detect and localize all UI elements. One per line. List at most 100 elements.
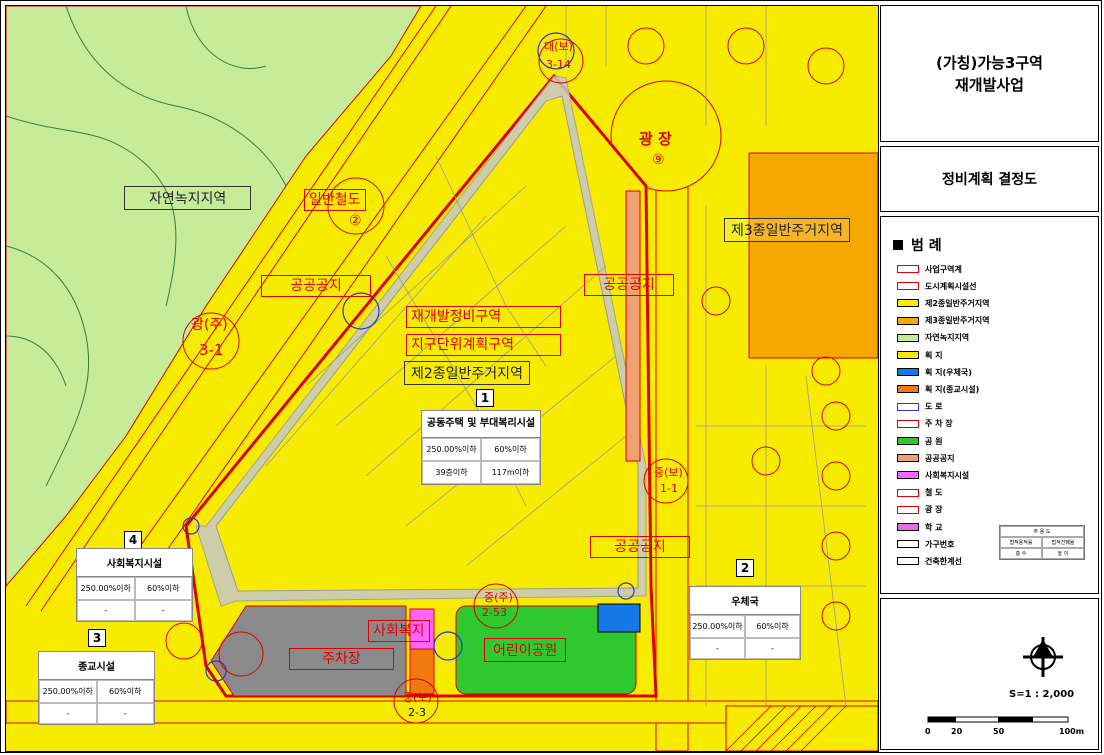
block1-name: 공동주택 및 부대복리시설 (422, 411, 540, 438)
public-space-strip (625, 190, 641, 462)
legend-swatch (897, 299, 919, 308)
legend-swatch (897, 333, 919, 342)
legend-label: 철 도 (925, 488, 943, 498)
block2-bcr: 60%이하 (745, 615, 800, 638)
block-number-1: 1 (476, 389, 494, 407)
legend-label: 공공공지 (925, 453, 955, 463)
block4-far: 250.00%이하 (77, 577, 135, 600)
block-number-2: 2 (736, 559, 754, 577)
label-zone3: 제3종일반주거지역 (724, 218, 850, 242)
subtitle-panel: 정비계획 결정도 (880, 146, 1099, 212)
label-public-space-1: 공공공지 (261, 275, 371, 297)
legend-label: 학 교 (925, 522, 943, 532)
block3-name: 종교시설 (39, 652, 154, 680)
legend-bullet-icon (893, 240, 903, 250)
label-redevelop-zone: 재개발정비구역 (406, 306, 561, 328)
legend-swatch (897, 385, 919, 394)
label-plaza: 광 장 (639, 130, 672, 148)
legend-item: 획 지(우체국) (897, 364, 972, 380)
legend-swatch (897, 402, 919, 411)
legend-swatch (897, 471, 919, 480)
block1-height: 117m이하 (481, 461, 540, 484)
mini-table-v1: 층 수 (1000, 548, 1042, 559)
scale-text: S=1 : 2,000 (1009, 689, 1075, 700)
project-title-line1: (가칭)가능3구역 (936, 53, 1043, 72)
scale-tick-20: 20 (951, 727, 963, 736)
legend-item: 제3종일반주거지역 (897, 313, 989, 329)
label-road-c1: 중(보) (654, 466, 683, 479)
block3-bcr: 60%이하 (96, 680, 154, 703)
label-road-main: 광(주) (191, 317, 228, 333)
zone3-block (748, 152, 878, 359)
legend-label: 자연녹지지역 (925, 333, 970, 343)
block4-card: 사회복지시설 250.00%이하 60%이하 -- (76, 548, 193, 622)
legend-swatch (897, 523, 919, 531)
legend-item: 철 도 (897, 485, 943, 501)
legend-label: 도시계획시설선 (925, 281, 977, 291)
block1-floors: 39층이하 (422, 461, 481, 484)
label-plaza-no: ⑨ (652, 152, 665, 168)
legend-swatch (897, 505, 919, 514)
legend-swatch (897, 437, 919, 445)
post-office-lot (597, 603, 641, 633)
block3-far: 250.00%이하 (39, 680, 97, 703)
legend-label: 사회복지시설 (925, 470, 970, 480)
plan-subtitle: 정비계획 결정도 (941, 172, 1038, 188)
legend-swatch (897, 265, 919, 273)
block1-far: 250.00%이하 (422, 438, 481, 461)
block1-card: 공동주택 및 부대복리시설 250.00%이하 60%이하 39층이하 117m이하 (421, 410, 541, 485)
label-district-plan: 지구단위계획구역 (406, 334, 561, 356)
mini-table-h1: 법적용적률 (1000, 537, 1042, 548)
legend-label: 획 지(우체국) (925, 367, 972, 377)
label-road-c2: 중(주) (484, 591, 513, 604)
legend-item: 학 교 (897, 519, 943, 535)
block4-height: - (134, 600, 192, 621)
label-road-bottom: 중(보) (403, 691, 432, 704)
legend-item: 도시계획시설선 (897, 278, 977, 294)
legend-item: 자연녹지지역 (897, 330, 969, 346)
legend-item: 주 차 장 (897, 416, 953, 432)
block4-bcr: 60%이하 (134, 577, 192, 600)
legend-item: 제2종일반주거지역 (897, 295, 989, 311)
label-parking: 주차장 (289, 648, 394, 670)
legend-heading: 범 례 (893, 235, 942, 255)
legend-swatch (897, 557, 919, 566)
label-road-bottom-no: 2-3 (408, 706, 426, 719)
label-zone2: 제2종일반주거지역 (404, 361, 530, 385)
legend-swatch (897, 419, 919, 428)
label-kids-park: 어린이공원 (484, 638, 567, 662)
legend-label: 광 장 (925, 505, 943, 515)
side-panel: (가칭)가능3구역 재개발사업 정비계획 결정도 범 례 사업구역계도시계획시설… (880, 5, 1099, 750)
scale-tick-100: 100m (1059, 727, 1085, 736)
legend-item: 공 원 (897, 433, 943, 449)
block4-name: 사회복지시설 (77, 549, 192, 577)
legend-label: 제3종일반주거지역 (925, 316, 990, 326)
mini-table-title: 주 용 도 (1000, 526, 1084, 537)
title-panel: (가칭)가능3구역 재개발사업 (880, 5, 1099, 142)
mini-table-h2: 법적건폐율 (1042, 537, 1084, 548)
block2-height: - (745, 638, 800, 659)
legend-swatch (897, 454, 919, 463)
label-road-c1-no: 1-1 (660, 482, 678, 495)
legend-item: 공공공지 (897, 450, 954, 466)
legend-label: 제2종일반주거지역 (925, 298, 990, 308)
legend-label: 도 로 (925, 402, 943, 412)
legend-panel: 범 례 사업구역계도시계획시설선제2종일반주거지역제3종일반주거지역자연녹지지역… (880, 216, 1099, 594)
legend-label: 사업구역계 (925, 264, 962, 274)
legend-swatch (897, 316, 919, 325)
legend-swatch (897, 351, 919, 359)
label-general-rail-no: ② (349, 213, 362, 229)
label-road-t1: 대(보) (544, 40, 573, 53)
block-number-4: 4 (124, 531, 142, 549)
label-natural-green: 자연녹지지역 (124, 186, 252, 210)
map-area: 자연녹지지역 일반철도 ② 공공공지 광(주) 3-1 광 장 ⑨ 공공공지 공… (5, 5, 879, 752)
block2-far: 250.00%이하 (690, 615, 745, 638)
block1-bcr: 60%이하 (481, 438, 540, 461)
legend-label: 주 차 장 (925, 419, 953, 429)
legend-label: 획 지 (925, 350, 943, 360)
legend-item: 획 지 (897, 347, 943, 363)
label-welfare: 사회복지 (368, 620, 430, 642)
scale-tick-0: 0 (925, 727, 931, 736)
legend-label: 가구번호 (925, 539, 955, 549)
block2-floors: - (690, 638, 745, 659)
